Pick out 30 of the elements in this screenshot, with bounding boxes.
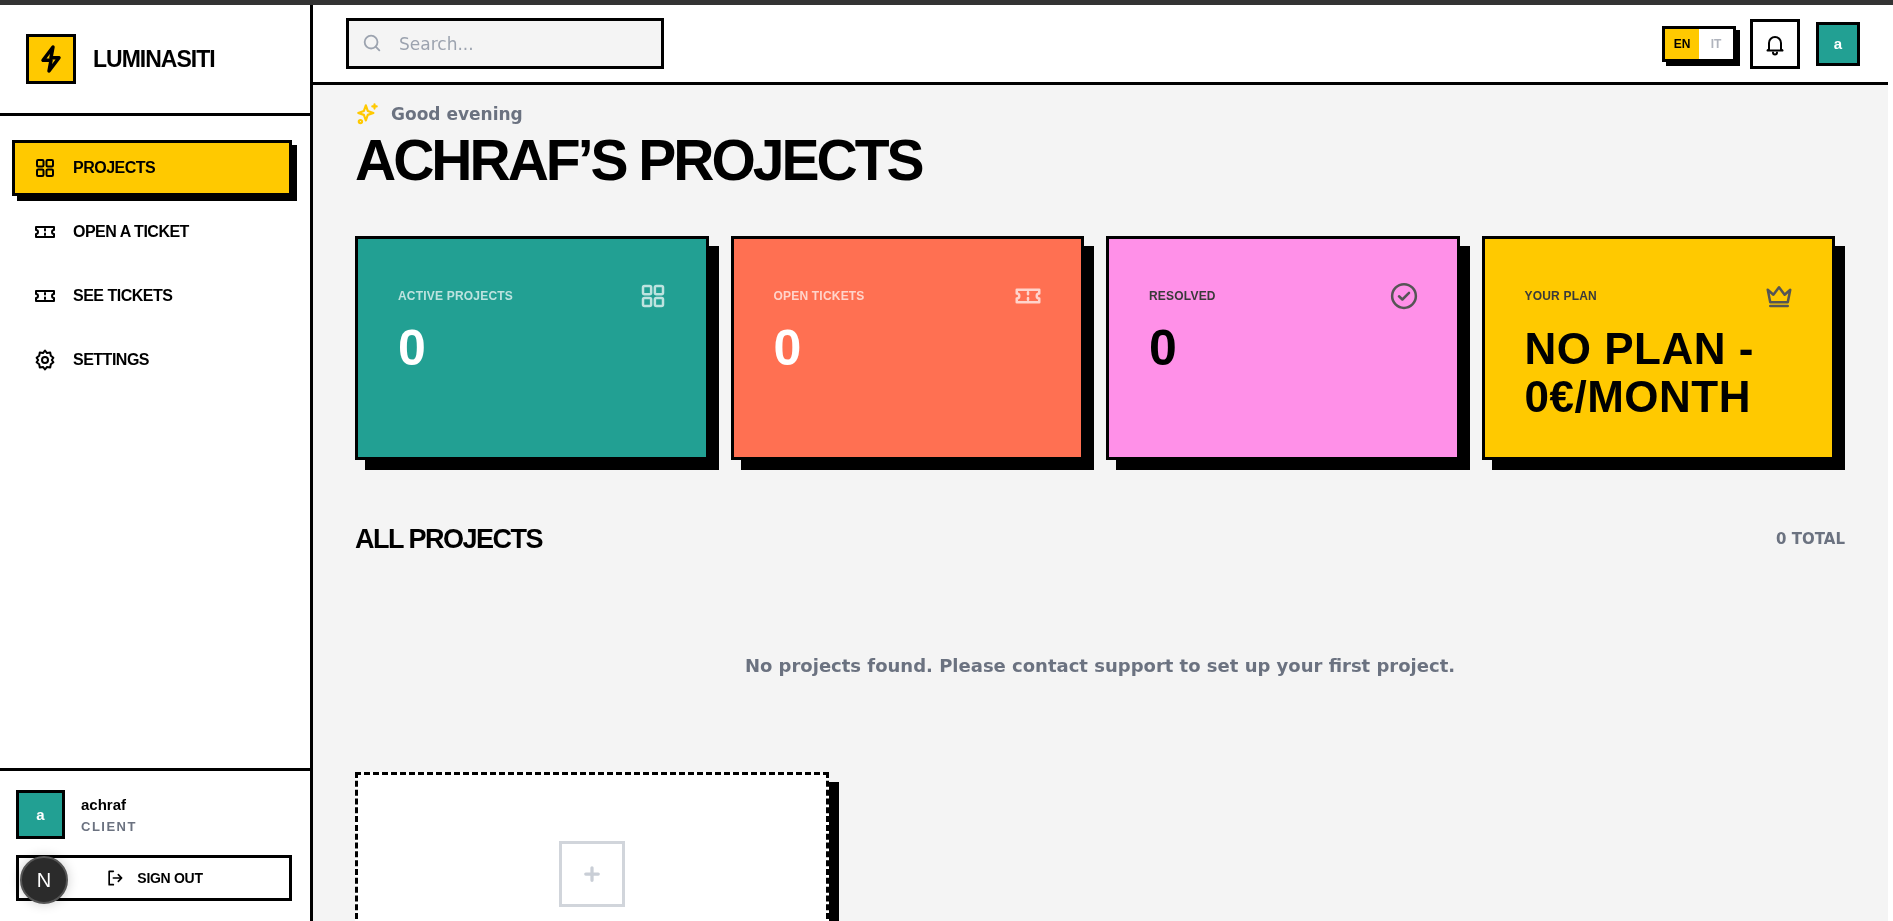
greeting-text: Good evening — [391, 104, 523, 124]
stat-label: ACTIVE PROJECTS — [398, 288, 514, 303]
logo-icon — [26, 34, 76, 84]
nav-item[interactable]: SETTINGS — [12, 332, 292, 388]
user-avatar: a — [16, 790, 65, 839]
empty-message: No projects found. Please contact support to set up your first project. — [743, 654, 1457, 676]
nav-item[interactable]: SEE TICKETS — [12, 268, 292, 324]
stat-value: 0 — [773, 318, 803, 377]
stat-label: RESOLVED — [1149, 288, 1216, 303]
notifications-button[interactable] — [1750, 18, 1800, 69]
language-option[interactable]: EN — [1665, 28, 1699, 59]
search-icon — [361, 32, 383, 54]
project-count: 0 TOTAL — [1776, 530, 1845, 549]
section-title: ALL PROJECTS — [355, 523, 543, 555]
stat-label: YOUR PLAN — [1524, 288, 1597, 303]
stat-value: 0 — [398, 318, 427, 377]
grid-icon — [33, 156, 57, 180]
stat-value: NO PLAN - 0€/MONTH — [1524, 324, 1755, 422]
user-name: achraf — [81, 795, 128, 813]
page-title: ACHRAF’S PROJECTS — [355, 131, 924, 191]
search-field[interactable]: Search... — [346, 18, 664, 69]
user-role: CLIENT — [81, 818, 137, 834]
check-circle-icon — [1388, 280, 1419, 311]
stat-value: 0 — [1149, 318, 1178, 377]
stat-label: OPEN TICKETS — [773, 288, 865, 303]
plus-icon — [559, 840, 625, 907]
settings-icon — [33, 348, 57, 372]
nav-item[interactable]: OPEN A TICKET — [12, 204, 292, 260]
logo-text: LUMINASITI — [93, 45, 215, 73]
sparkle-icon — [355, 101, 381, 127]
